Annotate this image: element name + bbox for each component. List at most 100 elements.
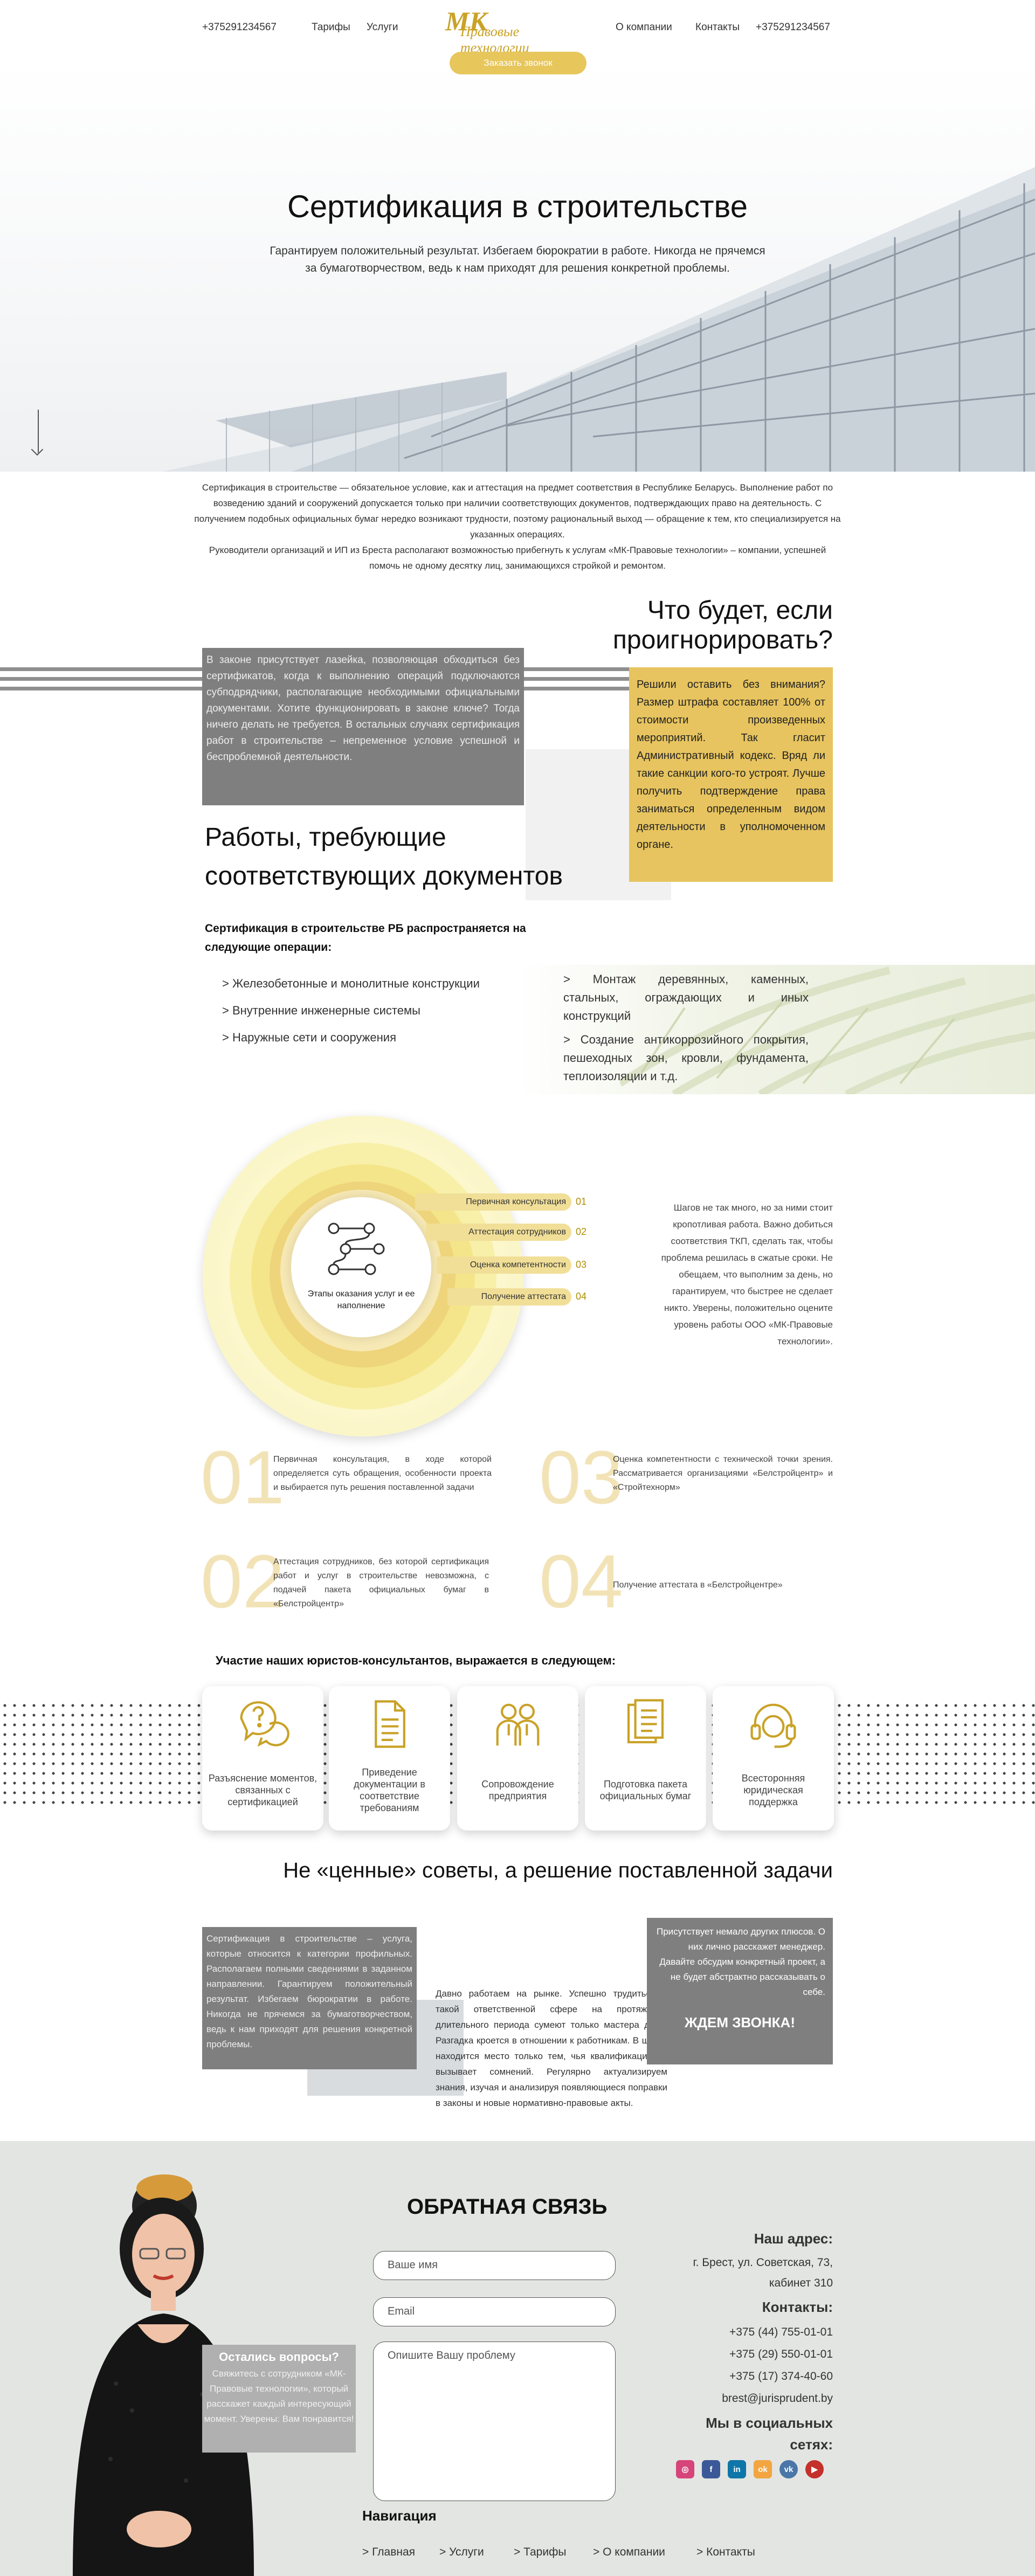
works-right-item-1: > Монтаж деревянных, каменных, стальных,… xyxy=(563,972,809,1023)
footer-nav-tariffs[interactable]: > Тарифы xyxy=(514,2546,566,2559)
address-line-2: кабинет 310 xyxy=(769,2277,833,2289)
participation-title: Участие наших юристов-консультантов, выр… xyxy=(216,1654,616,1667)
site-header: +375291234567 Тарифы Услуги МК Правовые … xyxy=(0,0,1035,59)
leaf-background-band xyxy=(0,965,1035,1094)
service-card-3[interactable]: Сопровождение предприятия xyxy=(457,1686,578,1831)
stage-4: Получение аттестата xyxy=(447,1288,571,1306)
footer-nav-about[interactable]: > О компании xyxy=(593,2546,665,2559)
page-title: Сертификация в строительстве xyxy=(287,189,748,224)
scroll-down-arrow-icon[interactable] xyxy=(38,410,39,453)
fine-warning-box: Решили оставить без внимания? Размер штр… xyxy=(629,667,833,882)
service-card-4-text: Подготовка пакета официальных бумаг xyxy=(599,1779,692,1801)
order-call-button[interactable]: Заказать звонок xyxy=(450,52,586,74)
document-stack-icon xyxy=(627,1699,664,1744)
detail-text-02: Аттестация сотрудников, без которой серт… xyxy=(273,1557,489,1608)
workflow-icon xyxy=(328,1223,385,1275)
advice-middle-text: Давно работаем на рынке. Успешно трудить… xyxy=(436,1988,667,2108)
two-people-icon xyxy=(496,1703,540,1746)
email-input[interactable]: Email xyxy=(373,2297,616,2326)
detail-text-03: Оценка компетентности с технической точк… xyxy=(613,1455,833,1492)
stage-2-number: 02 xyxy=(576,1226,587,1237)
header-phone-left[interactable]: +375291234567 xyxy=(202,22,277,33)
detail-text-04: Получение аттестата в «Белстройцентре» xyxy=(613,1580,783,1590)
intro-paragraph-2: Руководители организаций и ИП из Бреста … xyxy=(209,545,826,571)
service-card-5-text: Всесторонняя юридическая поддержка xyxy=(741,1773,805,1807)
stage-1-number: 01 xyxy=(576,1196,587,1207)
works-left-item-3: > Наружные сети и сооружения xyxy=(222,1031,396,1044)
works-section-title: Работы, требующие соответствующих докуме… xyxy=(205,818,563,896)
intro-paragraph-1: Сертификация в строительстве — обязатель… xyxy=(194,482,841,540)
detail-number-04: 04 xyxy=(539,1539,623,1624)
service-card-1[interactable]: Разъяснение моментов, связанных с сертиф… xyxy=(202,1686,323,1831)
footer-nav-heading: Навигация xyxy=(362,2508,437,2524)
address-line-1: г. Брест, ул. Советская, 73, xyxy=(693,2256,833,2269)
social-heading-line-2: сетях: xyxy=(790,2436,833,2453)
question-bubbles-icon xyxy=(240,1701,289,1747)
detail-number-01: 01 xyxy=(201,1435,285,1520)
call-us-cta: ЖДЕМ ЗВОНКА! xyxy=(685,2014,795,2031)
document-icon xyxy=(375,1700,405,1748)
ignore-section-title: Что будет, если проигнорировать? xyxy=(612,596,833,654)
nav-about[interactable]: О компании xyxy=(616,22,672,33)
questions-bubble-title: Остались вопросы? xyxy=(219,2350,339,2364)
service-card-5[interactable]: Всесторонняя юридическая поддержка xyxy=(713,1686,834,1831)
phone-1[interactable]: +375 (44) 755-01-01 xyxy=(729,2326,833,2339)
nav-services[interactable]: Услуги xyxy=(367,22,398,33)
vk-icon[interactable]: vk xyxy=(779,2460,798,2478)
detail-number-03: 03 xyxy=(539,1435,623,1520)
works-right-item-2: > Создание антикоррозийного покрытия, пе… xyxy=(563,1033,809,1083)
address-heading: Наш адрес: xyxy=(754,2230,833,2247)
intro-text: Сертификация в строительстве — обязатель… xyxy=(194,480,841,574)
stages-center-label: Этапы оказания услуг и ее наполнение xyxy=(307,1289,415,1310)
detail-number-02: 02 xyxy=(201,1539,285,1624)
footer-nav-contacts[interactable]: > Контакты xyxy=(696,2546,755,2559)
odnoklassniki-icon[interactable]: ok xyxy=(754,2460,772,2478)
phone-3[interactable]: +375 (17) 374-40-60 xyxy=(729,2370,833,2383)
headset-icon xyxy=(750,1703,796,1748)
instagram-icon[interactable]: ◎ xyxy=(676,2460,694,2478)
service-card-1-text: Разъяснение моментов, связанных с сертиф… xyxy=(208,1773,318,1807)
stage-2: Аттестация сотрудников xyxy=(426,1224,571,1241)
facebook-icon[interactable]: f xyxy=(702,2460,720,2478)
company-logo[interactable]: МК Правовые технологии xyxy=(445,5,591,56)
footer-nav-home[interactable]: > Главная xyxy=(362,2546,415,2559)
email-link[interactable]: brest@jurisprudent.by xyxy=(722,2392,833,2405)
service-card-2[interactable]: Приведение документации в соответствие т… xyxy=(329,1686,450,1831)
stage-1: Первичная консультация xyxy=(415,1193,571,1211)
call-us-text: Присутствует немало других плюсов. О них… xyxy=(656,1926,825,1997)
youtube-icon[interactable]: ▶ xyxy=(805,2460,824,2478)
stage-3: Оценка компетентности xyxy=(437,1256,571,1274)
works-lead: Сертификация в строительстве РБ распрост… xyxy=(205,922,526,954)
logo-text: Правовые технологии xyxy=(460,24,529,56)
questions-bubble-text: Свяжитесь с сотрудником «МК-Правовые тех… xyxy=(204,2368,354,2424)
problem-textarea[interactable]: Опишите Вашу проблему xyxy=(373,2342,616,2501)
works-title-line-1: Работы, требующие xyxy=(205,823,446,852)
header-phone-right[interactable]: +375291234567 xyxy=(756,22,830,33)
works-left-item-2: > Внутренние инженерные системы xyxy=(222,1004,420,1017)
works-left-item-1: > Железобетонные и монолитные конструкци… xyxy=(222,977,480,990)
service-card-2-text: Приведение документации в соответствие т… xyxy=(354,1767,425,1813)
advice-gray-box: Сертификация в строительстве – услуга, к… xyxy=(202,1927,417,2069)
call-us-box[interactable]: Присутствует немало других плюсов. О них… xyxy=(647,1918,833,2064)
hero-subtitle: Гарантируем положительный результат. Изб… xyxy=(270,245,765,274)
loophole-text-box: В законе присутствует лазейка, позволяющ… xyxy=(202,648,524,805)
feedback-title: ОБРАТНАЯ СВЯЗЬ xyxy=(407,2195,608,2219)
stage-3-number: 03 xyxy=(576,1259,587,1270)
works-title-line-2: соответствующих документов xyxy=(205,862,563,890)
detail-text-01: Первичная консультация, в ходе которой о… xyxy=(273,1455,492,1492)
name-input[interactable]: Ваше имя xyxy=(373,2251,616,2280)
hero-section: Сертификация в строительстве Гарантируем… xyxy=(0,59,1035,472)
footer-nav-services[interactable]: > Услуги xyxy=(439,2546,484,2559)
advice-section-title: Не «ценные» советы, а решение поставленн… xyxy=(283,1859,833,1882)
service-card-4[interactable]: Подготовка пакета официальных бумаг xyxy=(585,1686,706,1831)
stages-side-text: Шагов не так много, но за ними стоит кро… xyxy=(661,1203,833,1346)
stage-4-number: 04 xyxy=(576,1291,587,1302)
questions-bubble: Остались вопросы? Свяжитесь с сотруднико… xyxy=(202,2345,356,2453)
nav-contacts[interactable]: Контакты xyxy=(695,22,740,33)
social-heading-line-1: Мы в социальных xyxy=(706,2415,833,2431)
contacts-heading: Контакты: xyxy=(762,2299,833,2315)
phone-2[interactable]: +375 (29) 550-01-01 xyxy=(729,2348,833,2361)
nav-tariffs[interactable]: Тарифы xyxy=(312,22,350,33)
linkedin-icon[interactable]: in xyxy=(728,2460,746,2478)
service-card-3-text: Сопровождение предприятия xyxy=(481,1779,554,1801)
